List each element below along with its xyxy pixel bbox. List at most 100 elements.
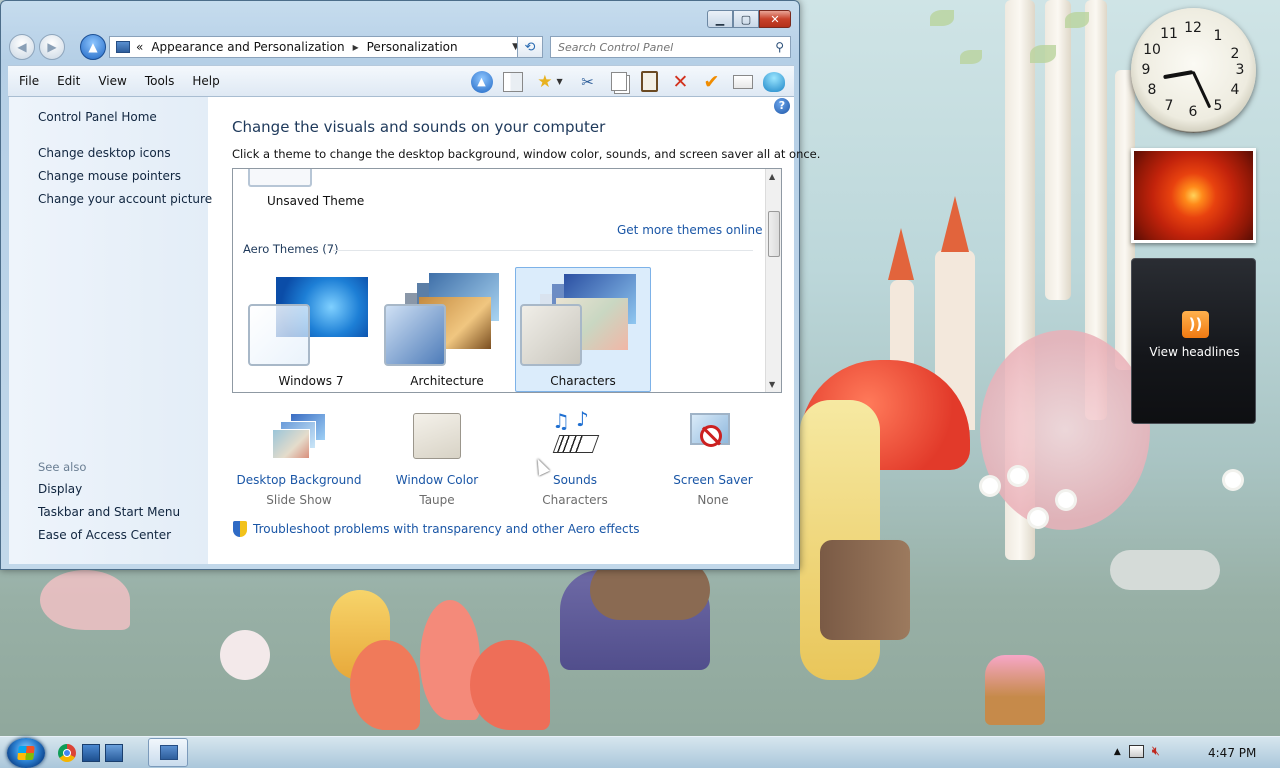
option-title[interactable]: Desktop Background bbox=[229, 473, 369, 487]
shell-button[interactable] bbox=[761, 69, 786, 94]
menu-view[interactable]: View bbox=[89, 74, 135, 88]
theme-label: Windows 7 bbox=[278, 374, 344, 388]
preview-pane-button[interactable] bbox=[500, 69, 525, 94]
shell-icon bbox=[762, 71, 785, 92]
personalization-window: ▁ ▢ ✕ ◀ ▶ ▲ « Appearance and Personaliza… bbox=[0, 0, 820, 570]
change-account-picture-link[interactable]: Change your account picture bbox=[38, 192, 212, 206]
chevron-down-icon: ▼ bbox=[556, 77, 563, 86]
clock-gadget[interactable]: 12 1 2 3 4 5 6 7 8 9 10 11 bbox=[1131, 8, 1256, 133]
option-value: Slide Show bbox=[266, 493, 332, 507]
breadcrumb-separator-icon: ▸ bbox=[352, 40, 359, 54]
change-desktop-icons-link[interactable]: Change desktop icons bbox=[38, 146, 171, 160]
taskbar-start-menu-link[interactable]: Taskbar and Start Menu bbox=[38, 505, 180, 519]
sounds-icon: ♫ ♪ bbox=[546, 407, 604, 461]
control-panel-icon bbox=[116, 41, 130, 53]
control-panel-home-link[interactable]: Control Panel Home bbox=[38, 110, 157, 124]
address-bar[interactable]: « Appearance and Personalization ▸ Perso… bbox=[109, 36, 526, 58]
close-icon: ✕ bbox=[770, 12, 780, 26]
start-button[interactable] bbox=[7, 738, 45, 768]
chrome-icon[interactable] bbox=[58, 744, 76, 762]
breadcrumb-overflow[interactable]: « bbox=[136, 40, 143, 54]
change-mouse-pointers-link[interactable]: Change mouse pointers bbox=[38, 169, 181, 183]
troubleshoot-label[interactable]: Troubleshoot problems with transparency … bbox=[253, 522, 640, 536]
cut-button[interactable]: ✂ bbox=[575, 69, 600, 94]
shield-icon bbox=[233, 521, 247, 537]
sounds-option[interactable]: ♫ ♪ Sounds Characters bbox=[505, 407, 645, 507]
clock-number: 6 bbox=[1188, 104, 1198, 120]
option-title[interactable]: Sounds bbox=[505, 473, 645, 487]
theme-label: Characters bbox=[550, 374, 616, 388]
menu-edit[interactable]: Edit bbox=[48, 74, 89, 88]
show-desktop-icon[interactable] bbox=[82, 744, 100, 762]
feed-headlines-gadget[interactable]: )) View headlines bbox=[1131, 258, 1256, 424]
up-folder-button[interactable]: ▲ bbox=[469, 69, 494, 94]
mail-button[interactable] bbox=[730, 69, 755, 94]
up-button[interactable]: ▲ bbox=[80, 34, 106, 60]
breadcrumb-personalization[interactable]: Personalization bbox=[367, 40, 458, 54]
clock-minute-hand bbox=[1191, 70, 1212, 109]
desktop-background-option[interactable]: Desktop Background Slide Show bbox=[229, 411, 369, 507]
control-panel-icon bbox=[160, 745, 178, 760]
close-button[interactable]: ✕ bbox=[759, 10, 791, 28]
theme-list-scrollbar[interactable]: ▲ ▼ bbox=[765, 169, 781, 392]
paste-button[interactable] bbox=[637, 69, 662, 94]
option-title[interactable]: Screen Saver bbox=[643, 473, 783, 487]
back-button[interactable]: ◀ bbox=[9, 34, 35, 60]
option-title[interactable]: Window Color bbox=[367, 473, 507, 487]
theme-architecture[interactable]: Architecture bbox=[379, 267, 515, 392]
scroll-up-icon[interactable]: ▲ bbox=[769, 172, 775, 181]
copy-button[interactable] bbox=[606, 69, 631, 94]
troubleshoot-link[interactable]: Troubleshoot problems with transparency … bbox=[233, 521, 640, 537]
network-icon[interactable] bbox=[1128, 745, 1144, 758]
scroll-thumb[interactable] bbox=[768, 211, 780, 257]
unsaved-theme-label[interactable]: Unsaved Theme bbox=[267, 194, 364, 208]
caption-buttons: ▁ ▢ ✕ bbox=[707, 10, 791, 28]
clock-number: 3 bbox=[1235, 62, 1245, 78]
theme-label: Architecture bbox=[410, 374, 484, 388]
show-hidden-icons-icon[interactable]: ▲ bbox=[1114, 747, 1121, 757]
clock-number: 1 bbox=[1213, 28, 1223, 44]
menu-tools[interactable]: Tools bbox=[136, 74, 184, 88]
theme-characters[interactable]: Characters bbox=[515, 267, 651, 392]
refresh-button[interactable]: ⟲ bbox=[517, 36, 543, 58]
windows7-glass-swatch bbox=[248, 304, 310, 366]
ease-of-access-link[interactable]: Ease of Access Center bbox=[38, 528, 171, 542]
window-color-option[interactable]: Window Color Taupe bbox=[367, 411, 507, 507]
copy-icon bbox=[610, 72, 627, 91]
unsaved-theme-thumbnail[interactable] bbox=[248, 169, 312, 187]
screen-saver-icon bbox=[684, 411, 742, 461]
clock-number: 9 bbox=[1141, 62, 1151, 78]
search-icon[interactable]: ⚲ bbox=[775, 40, 784, 54]
scroll-down-icon[interactable]: ▼ bbox=[769, 380, 775, 389]
get-more-themes-link[interactable]: Get more themes online bbox=[617, 223, 763, 237]
taskbar-control-panel-button[interactable] bbox=[148, 738, 188, 767]
taskbar-clock[interactable]: 4:47 PM bbox=[1208, 746, 1256, 760]
clock-hour-hand bbox=[1163, 70, 1194, 80]
clock-number: 4 bbox=[1230, 82, 1240, 98]
clipboard-icon bbox=[641, 71, 658, 92]
menu-help[interactable]: Help bbox=[183, 74, 228, 88]
screen-saver-option[interactable]: Screen Saver None bbox=[643, 411, 783, 507]
rss-icon: )) bbox=[1182, 311, 1209, 338]
display-link[interactable]: Display bbox=[38, 482, 82, 496]
feed-headlines-label[interactable]: View headlines bbox=[1132, 345, 1257, 359]
switch-windows-icon[interactable] bbox=[105, 744, 123, 762]
slideshow-gadget[interactable] bbox=[1131, 148, 1256, 243]
clock-number: 7 bbox=[1164, 98, 1174, 114]
breadcrumb-appearance[interactable]: Appearance and Personalization bbox=[151, 40, 344, 54]
see-also-heading: See also bbox=[38, 460, 87, 474]
minimize-icon: ▁ bbox=[715, 12, 725, 26]
apply-button[interactable]: ✔ bbox=[699, 69, 724, 94]
help-icon[interactable]: ? bbox=[774, 98, 790, 114]
refresh-icon: ⟲ bbox=[524, 39, 536, 55]
search-input[interactable] bbox=[558, 40, 758, 54]
volume-muted-icon[interactable]: 🔇︎ bbox=[1152, 744, 1160, 759]
favorites-button[interactable]: ★ ▼ bbox=[531, 69, 569, 94]
menu-file[interactable]: File bbox=[8, 74, 48, 88]
minimize-button[interactable]: ▁ bbox=[707, 10, 733, 28]
forward-button[interactable]: ▶ bbox=[39, 34, 65, 60]
delete-button[interactable]: ✕ bbox=[668, 69, 693, 94]
maximize-button[interactable]: ▢ bbox=[733, 10, 759, 28]
theme-windows7[interactable]: Windows 7 bbox=[243, 267, 379, 392]
toolbar: ▲ ★ ▼ ✂ ✕ ✔ bbox=[469, 69, 786, 94]
